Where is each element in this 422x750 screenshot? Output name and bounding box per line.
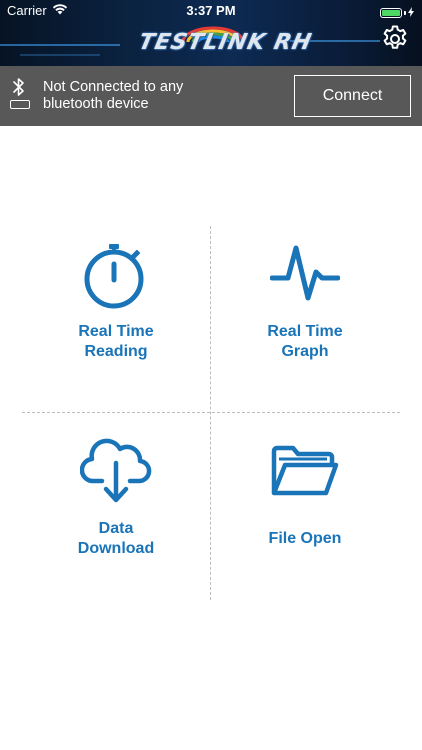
- charging-bolt-icon: [408, 5, 414, 20]
- status-bar: Carrier 3:37 PM: [0, 0, 422, 22]
- tile-label-line2: Graph: [281, 343, 329, 360]
- bluetooth-icon: [12, 77, 26, 102]
- settings-button[interactable]: [378, 24, 412, 58]
- battery-icon: [380, 7, 402, 18]
- tile-label: File Open: [268, 530, 342, 547]
- stopwatch-icon: [81, 240, 151, 315]
- tile-data-download[interactable]: Data Download: [22, 413, 210, 600]
- logo-text: TESTLINK RH: [136, 30, 315, 55]
- tile-file-open[interactable]: File Open: [211, 413, 399, 600]
- connect-button[interactable]: Connect: [294, 75, 411, 117]
- tile-label-line2: Reading: [84, 343, 148, 360]
- battery-icon: [10, 100, 30, 109]
- cloud-download-icon: [79, 435, 152, 510]
- header-decor-streak: [20, 54, 100, 56]
- tile-label-line1: Data: [98, 520, 134, 537]
- app-header: Carrier 3:37 PM TESTLINK RH: [0, 0, 422, 66]
- tile-real-time-graph[interactable]: Real Time Graph: [211, 226, 399, 412]
- pulse-graph-icon: [269, 242, 341, 311]
- gear-icon: [380, 24, 410, 59]
- tile-label-line1: Real Time: [78, 323, 154, 340]
- clock: 3:37 PM: [186, 3, 236, 18]
- header-decor-streak: [0, 44, 120, 46]
- tile-real-time-reading[interactable]: Real Time Reading: [22, 226, 210, 412]
- tile-label-line1: Real Time: [267, 323, 343, 340]
- connection-bar: Not Connected to any bluetooth device Co…: [0, 66, 422, 126]
- folder-open-icon: [271, 445, 339, 502]
- battery-status: [380, 5, 414, 20]
- tile-label-line2: Download: [77, 540, 155, 557]
- testlink-logo: TESTLINK RH: [133, 26, 314, 60]
- connection-status-text: Not Connected to any bluetooth device: [43, 79, 184, 112]
